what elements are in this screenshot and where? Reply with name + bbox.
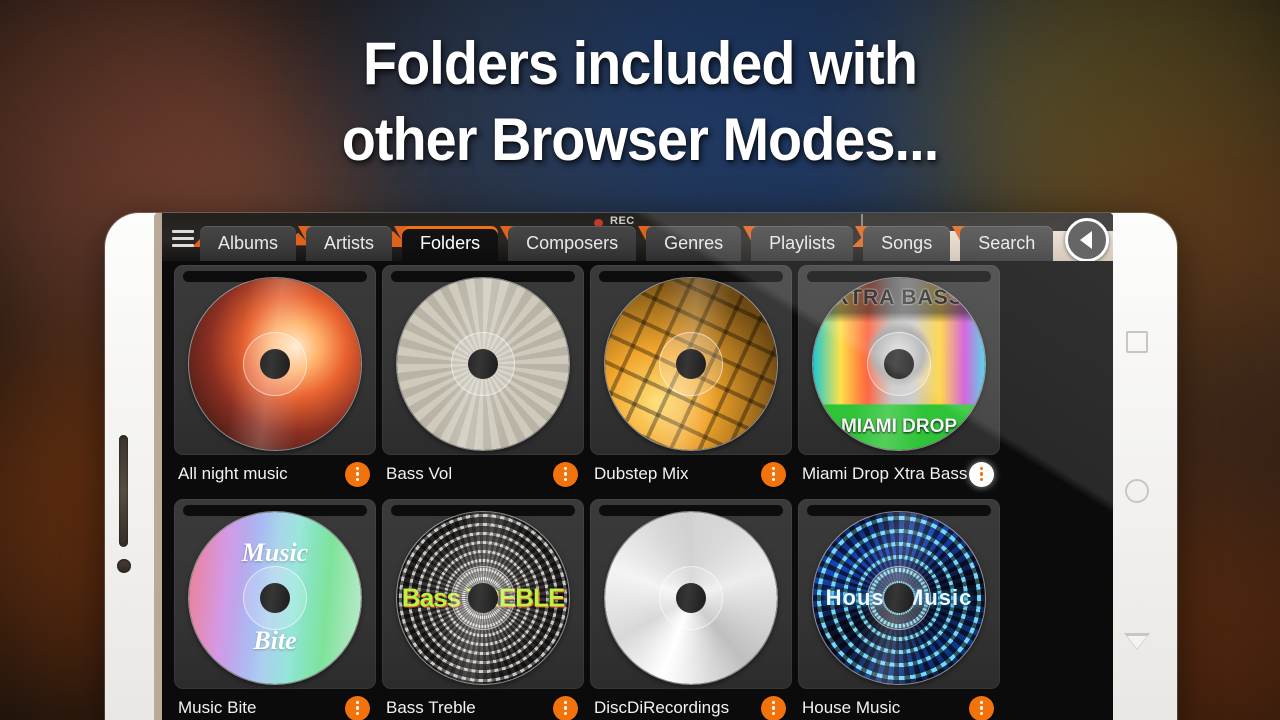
folder-artwork[interactable] <box>590 265 792 455</box>
headline-line-1: Folders included with <box>362 30 918 97</box>
folder-artwork[interactable] <box>590 499 792 689</box>
tab-playlists[interactable]: Playlists <box>751 226 854 261</box>
folder-tile[interactable]: MusicBite Music Bite <box>174 499 376 720</box>
tab-folders[interactable]: Folders <box>402 226 499 261</box>
app-top-bar: REC Albums Artists Folders Composers Genres P… <box>162 213 1113 261</box>
three-dots-vertical-icon[interactable] <box>345 695 370 720</box>
folder-tile[interactable]: Bass TREBLE Bass Treble <box>382 499 584 720</box>
folder-label-row: Bass Vol <box>382 455 584 493</box>
phone-screen: REC Albums Artists Folders Composers Genres P… <box>162 213 1113 720</box>
hamburger-menu-icon[interactable] <box>166 221 200 255</box>
folder-name: Bass Treble <box>386 698 476 717</box>
tab-artists[interactable]: Artists <box>306 226 393 261</box>
triangle-back-icon[interactable] <box>1123 627 1151 655</box>
folder-label-row: Music Bite <box>174 689 376 720</box>
tab-search[interactable]: Search <box>960 226 1054 261</box>
cd-disc-dot-matrix-disc: Bass TREBLE <box>397 511 569 684</box>
folder-name: All night music <box>178 464 288 483</box>
three-dots-vertical-icon[interactable] <box>761 461 786 487</box>
three-dots-vertical-icon[interactable] <box>553 695 578 720</box>
phone-device-frame: REC Albums Artists Folders Composers Genres P… <box>105 213 1177 720</box>
tab-songs[interactable]: Songs <box>863 226 951 261</box>
folder-label-row: Dubstep Mix <box>590 455 792 493</box>
cd-disc-disco-ball-disc: House Music <box>813 511 985 684</box>
folder-artwork[interactable]: House Music <box>798 499 1000 689</box>
side-button[interactable] <box>117 559 131 573</box>
folder-name: Dubstep Mix <box>594 464 689 483</box>
browser-mode-tabs: Albums Artists Folders Composers Genres Playl… <box>200 226 1069 261</box>
folder-tile[interactable]: XTRA BASSMIAMI DROP Miami Drop Xtra Bass <box>798 265 1000 493</box>
folder-tile[interactable]: All night music <box>174 265 376 493</box>
chevron-left-icon <box>1079 231 1092 249</box>
folder-label-row: Bass Treble <box>382 689 584 720</box>
folder-artwork[interactable] <box>174 265 376 455</box>
tab-genres[interactable]: Genres <box>646 226 742 261</box>
folder-artwork[interactable]: XTRA BASSMIAMI DROP <box>798 265 1000 455</box>
folder-tile[interactable]: House Music House Music <box>798 499 1000 720</box>
folder-name: Music Bite <box>178 698 257 717</box>
cd-disc-silver-blank-disc <box>605 511 777 684</box>
cd-disc-speaker-cone-disc <box>397 277 569 450</box>
three-dots-vertical-icon[interactable] <box>345 461 370 487</box>
cd-disc-rainbow-script-disc: MusicBite <box>189 511 361 684</box>
cd-disc-graffiti-alien-disc: XTRA BASSMIAMI DROP <box>813 277 985 450</box>
folder-name: DiscDiRecordings <box>594 698 730 717</box>
three-dots-vertical-icon[interactable] <box>969 461 994 487</box>
folder-label-row: Miami Drop Xtra Bass <box>798 455 1000 493</box>
folder-tile[interactable]: Bass Vol <box>382 265 584 493</box>
folder-name: Bass Vol <box>386 464 453 483</box>
volume-rocker-button[interactable] <box>119 435 128 547</box>
folder-label-row: DiscDiRecordings <box>590 689 792 720</box>
cd-disc-fireworks-disc <box>189 277 361 450</box>
folders-grid: All night music Bass Vol Dubstep Mix XTRA B… <box>162 261 1113 720</box>
folder-artwork[interactable] <box>382 265 584 455</box>
folder-name: House Music <box>802 698 901 717</box>
headline-line-2: other Browser Modes... <box>341 106 939 173</box>
folder-label-row: House Music <box>798 689 1000 720</box>
tab-composers[interactable]: Composers <box>508 226 637 261</box>
screen-bezel: REC Albums Artists Folders Composers Genres P… <box>154 213 1113 720</box>
three-dots-vertical-icon[interactable] <box>969 695 994 720</box>
promo-headline: Folders included with other Browser Mode… <box>45 26 1235 178</box>
folder-label-row: All night music <box>174 455 376 493</box>
folder-name: Miami Drop Xtra Bass <box>802 464 968 483</box>
cd-disc-led-pads-disc <box>605 277 777 450</box>
folder-tile[interactable]: Dubstep Mix <box>590 265 792 493</box>
folder-artwork[interactable]: MusicBite <box>174 499 376 689</box>
square-recents-icon[interactable] <box>1123 328 1151 356</box>
three-dots-vertical-icon[interactable] <box>553 461 578 487</box>
collapse-panel-button[interactable] <box>1065 218 1109 261</box>
folder-tile[interactable]: DiscDiRecordings <box>590 499 792 720</box>
three-dots-vertical-icon[interactable] <box>761 695 786 720</box>
circle-home-icon[interactable] <box>1123 477 1151 505</box>
tab-albums[interactable]: Albums <box>200 226 297 261</box>
folder-artwork[interactable]: Bass TREBLE <box>382 499 584 689</box>
